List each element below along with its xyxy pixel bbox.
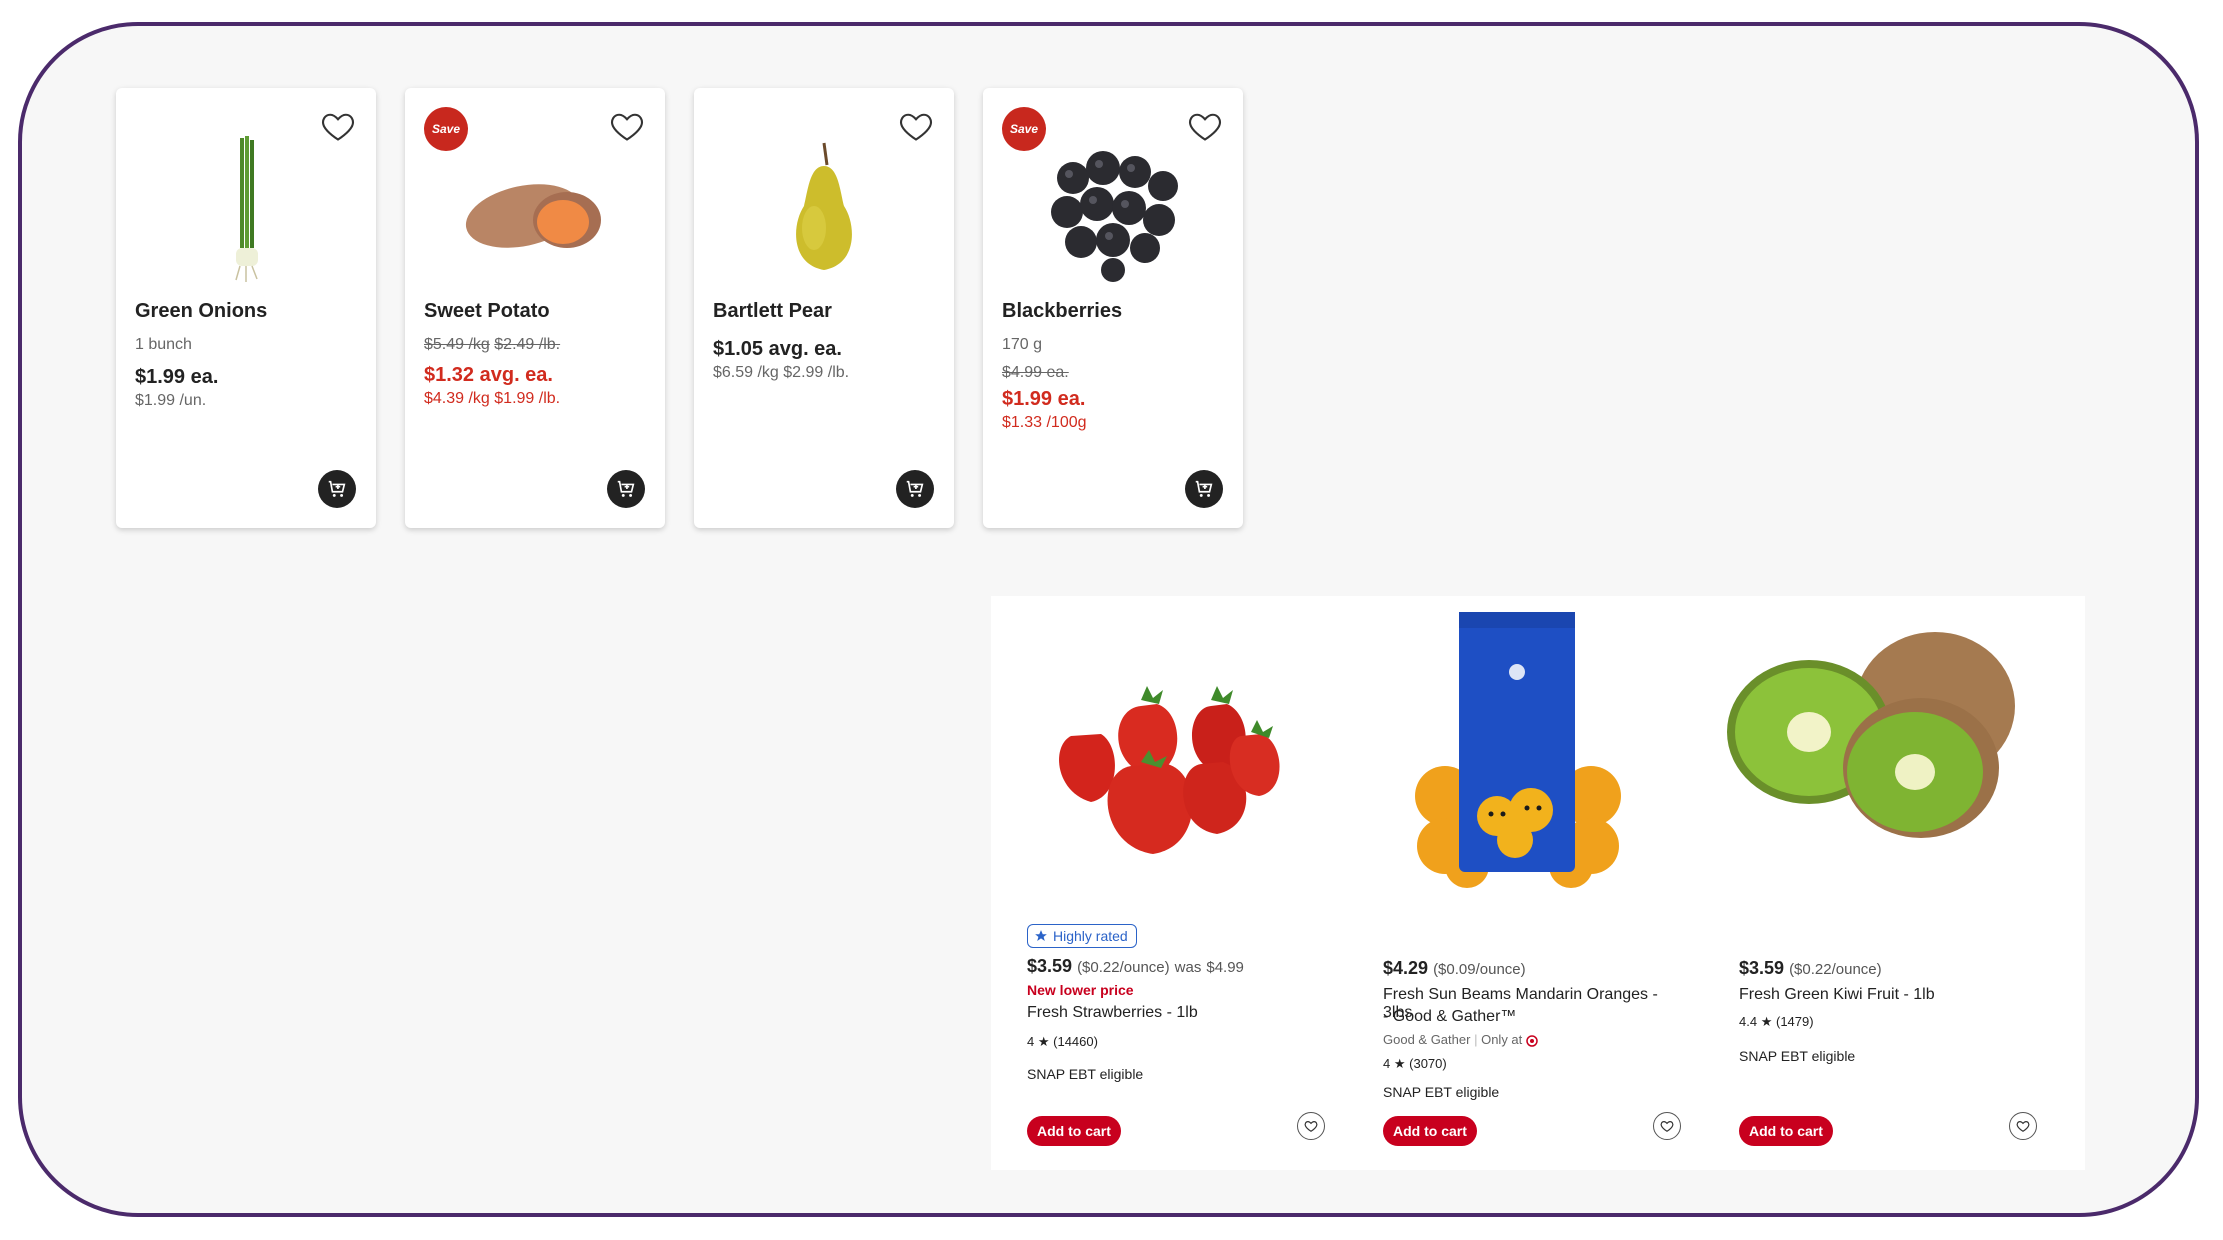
- wishlist-heart-button[interactable]: [2009, 1112, 2037, 1140]
- was-price: $4.99 ea.: [1002, 364, 1069, 381]
- brand-name[interactable]: Good & Gather: [1383, 1032, 1470, 1047]
- unit-price: ($0.22/ounce): [1789, 961, 1882, 978]
- unit-price: ($0.22/ounce): [1077, 959, 1170, 976]
- rating-value: 4.4: [1739, 1014, 1758, 1029]
- product-title[interactable]: Fresh Green Kiwi Fruit - 1lb: [1739, 986, 1935, 1004]
- add-to-cart-button[interactable]: [607, 470, 645, 508]
- product-price: $1.99 ea.: [1002, 388, 1086, 410]
- product-price: $4.29: [1383, 958, 1429, 978]
- price-line: $3.59 ($0.22/ounce): [1739, 958, 1882, 979]
- product-price: $1.32 avg. ea.: [424, 364, 553, 386]
- rating-line: 4.4 ★ (1479): [1739, 1014, 1814, 1030]
- was-price: $4.99: [1206, 959, 1244, 976]
- rating-line: 4 ★ (3070): [1383, 1056, 1447, 1072]
- wishlist-heart-button[interactable]: [1653, 1112, 1681, 1140]
- product-size: 1 bunch: [135, 336, 192, 353]
- add-to-cart-button[interactable]: Add to cart: [1383, 1116, 1477, 1146]
- page-frame: Green Onions 1 bunch $1.99 ea. $1.99 /un…: [18, 22, 2199, 1217]
- badge-label: Highly rated: [1053, 928, 1128, 944]
- rating-value: 4: [1383, 1056, 1391, 1071]
- rating-value: 4: [1027, 1034, 1035, 1049]
- product-name: Sweet Potato: [424, 300, 550, 322]
- rating-line: 4 ★ (14460): [1027, 1034, 1098, 1050]
- product-card-green-onions[interactable]: Green Onions 1 bunch $1.99 ea. $1.99 /un…: [116, 88, 376, 528]
- was-price: $5.49 /kg $2.49 /lb.: [424, 336, 560, 354]
- only-at-label: Only at: [1481, 1032, 1523, 1047]
- mandarin-oranges-image: [1415, 612, 1621, 888]
- product-tile-kiwi[interactable]: $3.59 ($0.22/ounce) Fresh Green Kiwi Fru…: [1703, 596, 2043, 1170]
- was-price-lb: $2.49 /lb.: [494, 336, 561, 353]
- cart-plus-icon: [328, 480, 346, 497]
- heart-icon: [1304, 1121, 1318, 1132]
- product-card-sweet-potato[interactable]: Save Sweet Potato $5.49 /kg $2.49 /lb. $…: [405, 88, 665, 528]
- product-price: $1.99 ea.: [135, 366, 219, 388]
- unit-price: $4.39 /kg $1.99 /lb.: [424, 390, 561, 407]
- brand-line: Good & Gather | Only at: [1383, 1032, 1538, 1047]
- wishlist-heart-button[interactable]: [1297, 1112, 1325, 1140]
- product-title[interactable]: Fresh Strawberries - 1lb: [1027, 1004, 1198, 1022]
- product-name: Blackberries: [1002, 300, 1123, 322]
- highly-rated-badge: Highly rated: [1027, 924, 1137, 948]
- grocery-card-row: Green Onions 1 bunch $1.99 ea. $1.99 /un…: [116, 88, 1243, 528]
- heart-icon: [2016, 1121, 2030, 1132]
- product-grid-panel: Highly rated $3.59 ($0.22/ounce) was $4.…: [991, 596, 2085, 1170]
- product-price: $3.59: [1027, 956, 1073, 976]
- review-count: (14460): [1053, 1034, 1098, 1049]
- product-card-blackberries[interactable]: Save Blackberries 170 g $4.99 ea. $1.99 …: [983, 88, 1243, 528]
- unit-price: $1.33 /100g: [1002, 414, 1087, 431]
- heart-icon: [1660, 1121, 1674, 1132]
- add-to-cart-button[interactable]: Add to cart: [1739, 1116, 1833, 1146]
- add-to-cart-button[interactable]: [1185, 470, 1223, 508]
- review-count: (1479): [1775, 1014, 1814, 1029]
- blackberries-image: [1051, 151, 1178, 282]
- was-price-kg: $5.49 /kg: [424, 336, 490, 353]
- promo-label: New lower price: [1027, 982, 1134, 998]
- star-icon: [1035, 930, 1047, 941]
- star-icon: ★: [1760, 1014, 1773, 1029]
- product-size: 170 g: [1002, 336, 1043, 353]
- strawberries-image: [1059, 686, 1280, 854]
- product-tile-strawberries[interactable]: Highly rated $3.59 ($0.22/ounce) was $4.…: [991, 596, 1331, 1170]
- cart-plus-icon: [906, 480, 924, 497]
- snap-label: SNAP EBT eligible: [1383, 1084, 1500, 1100]
- kiwi-image: [1727, 632, 2015, 838]
- pear-image: [796, 142, 852, 270]
- unit-price: $1.99 /un.: [135, 392, 207, 409]
- add-to-cart-button[interactable]: Add to cart: [1027, 1116, 1121, 1146]
- product-tile-mandarin-oranges[interactable]: $4.29 ($0.09/ounce) Fresh Sun Beams Mand…: [1347, 596, 1687, 1170]
- unit-price: $6.59 /kg $2.99 /lb.: [713, 364, 850, 381]
- unit-price: ($0.09/ounce): [1433, 961, 1526, 978]
- was-label: was: [1174, 959, 1202, 976]
- product-price: $3.59: [1739, 958, 1785, 978]
- cart-plus-icon: [1195, 480, 1213, 497]
- product-name: Bartlett Pear: [713, 300, 832, 322]
- product-card-bartlett-pear[interactable]: Bartlett Pear $1.05 avg. ea. $6.59 /kg $…: [694, 88, 954, 528]
- star-icon: ★: [1037, 1034, 1050, 1049]
- product-title-line2[interactable]: - Good & Gather™: [1383, 1008, 1516, 1026]
- star-icon: ★: [1393, 1056, 1406, 1071]
- add-to-cart-button[interactable]: [318, 470, 356, 508]
- target-logo-icon: [1526, 1034, 1538, 1047]
- product-name: Green Onions: [135, 300, 268, 322]
- review-count: (3070): [1409, 1056, 1447, 1071]
- add-to-cart-button[interactable]: [896, 470, 934, 508]
- snap-label: SNAP EBT eligible: [1027, 1066, 1144, 1082]
- price-line: $3.59 ($0.22/ounce) was $4.99: [1027, 956, 1244, 977]
- price-line: $4.29 ($0.09/ounce): [1383, 958, 1526, 979]
- product-price: $1.05 avg. ea.: [713, 338, 842, 360]
- snap-label: SNAP EBT eligible: [1739, 1048, 1856, 1064]
- cart-plus-icon: [617, 480, 635, 497]
- green-onions-image: [235, 136, 258, 282]
- sweet-potato-image: [465, 184, 601, 248]
